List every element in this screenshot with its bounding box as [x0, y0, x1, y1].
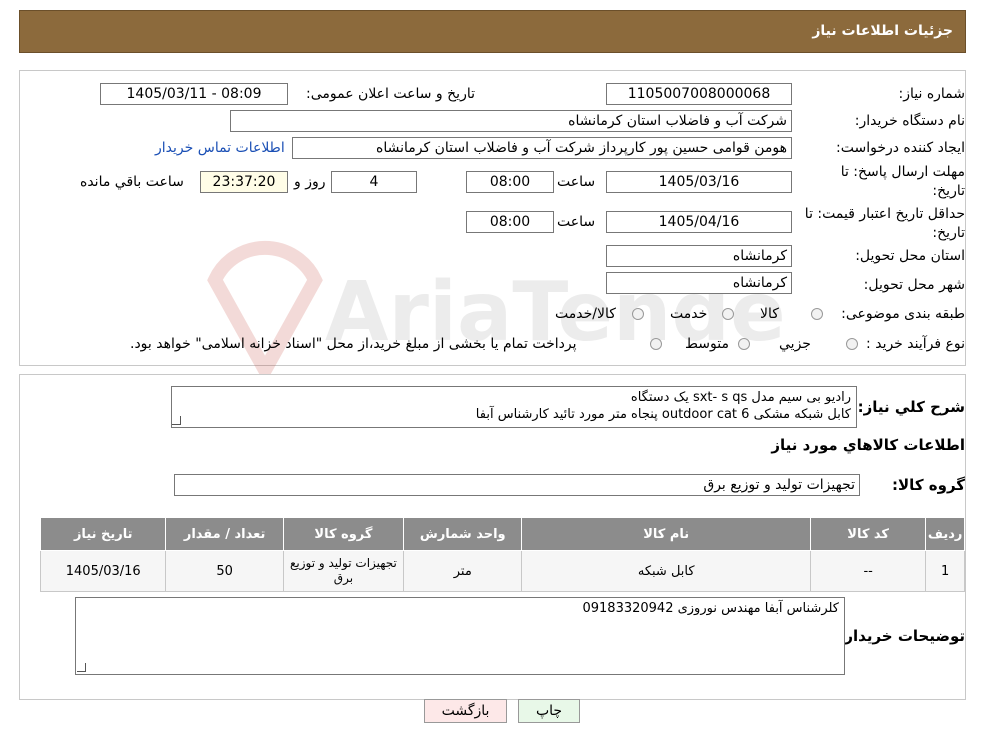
- col-item-group: گروه کالا: [282, 517, 405, 551]
- category-radio-goods[interactable]: [811, 308, 823, 320]
- col-unit: واحد شمارش: [403, 517, 523, 551]
- buyer-notes-textarea[interactable]: کلرشناس آبفا مهندس نوروزی 09183320942: [75, 597, 845, 675]
- resize-grip-icon[interactable]: [77, 663, 86, 672]
- remaining-time-label: ساعت باقي مانده: [80, 174, 184, 190]
- process-radio-medium[interactable]: [738, 338, 750, 350]
- cell-row-number: 1: [925, 550, 965, 592]
- cell-item-code: --: [810, 550, 927, 592]
- description-line-2: کابل شبکه مشکی outdoor cat 6 پنجاه متر م…: [475, 407, 851, 422]
- delivery-province-field: کرمانشاه: [606, 245, 792, 267]
- price-validity-time-field: 08:00: [466, 211, 554, 233]
- days-remaining-field: 4: [331, 171, 417, 193]
- send-deadline-time-label: ساعت: [557, 174, 596, 190]
- process-radio-minor[interactable]: [846, 338, 858, 350]
- category-label: طبقه بندی موضوعی:: [841, 306, 965, 322]
- creator-field: هومن قوامی حسین پور کارپرداز شرکت آب و ف…: [292, 137, 792, 159]
- need-number-field: 1105007008000068: [606, 83, 792, 105]
- goods-group-field: تجهیزات تولید و توزیع برق: [174, 474, 860, 496]
- process-option-minor: جزیي: [779, 336, 811, 352]
- col-row-number: ردیف: [925, 517, 965, 551]
- buyer-org-field: شرکت آب و فاضلاب استان کرمانشاه: [230, 110, 792, 132]
- process-radio-treasury[interactable]: [650, 338, 662, 350]
- price-validity-date-field: 1405/04/16: [606, 211, 792, 233]
- back-button[interactable]: بازگشت: [424, 699, 507, 723]
- process-option-medium: متوسط: [685, 336, 729, 352]
- process-type-label: نوع فرآیند خرید :: [866, 336, 965, 352]
- description-label: شرح کلي نیاز:: [857, 398, 965, 416]
- delivery-city-label: شهر محل تحویل:: [863, 277, 965, 293]
- goods-group-label: گروه کالا:: [892, 476, 965, 494]
- category-radio-service[interactable]: [722, 308, 734, 320]
- col-item-code: کد کالا: [810, 517, 927, 551]
- creator-label: ایجاد کننده درخواست:: [836, 140, 965, 156]
- price-validity-time-label: ساعت: [557, 214, 596, 230]
- buyer-notes-text: کلرشناس آبفا مهندس نوروزی 09183320942: [582, 601, 839, 616]
- description-line-1: رادیو بی سیم مدل sxt- s qs یک دستگاه: [630, 390, 851, 405]
- price-validity-label: حداقل تاریخ اعتبار قیمت: تا: [804, 206, 965, 222]
- table-row: 1 -- کابل شبکه متر تجهیزات تولید و توزیع…: [39, 550, 965, 592]
- col-quantity: تعداد / مقدار: [165, 517, 284, 551]
- remaining-time-field: 23:37:20: [200, 171, 288, 193]
- description-textarea[interactable]: رادیو بی سیم مدل sxt- s qs یک دستگاه کاب…: [171, 386, 857, 428]
- category-radio-goods-service[interactable]: [632, 308, 644, 320]
- goods-table-header: ردیف کد کالا نام کالا واحد شمارش گروه کا…: [39, 517, 965, 551]
- cell-quantity: 50: [165, 550, 284, 592]
- send-deadline-label: مهلت ارسال پاسخ: تا: [840, 164, 965, 180]
- cell-item-name: کابل شبکه: [521, 550, 812, 592]
- page-title: جزئیات اطلاعات نیاز: [812, 23, 953, 39]
- print-button[interactable]: چاپ: [518, 699, 580, 723]
- goods-section-title: اطلاعات کالاهاي مورد نیاز: [771, 436, 965, 454]
- announce-date-label: تاریخ و ساعت اعلان عمومی:: [306, 86, 475, 102]
- announce-date-field: 1405/03/11 - 08:09: [100, 83, 288, 105]
- need-number-label: شماره نیاز:: [898, 86, 966, 102]
- send-deadline-time-field: 08:00: [466, 171, 554, 193]
- cell-unit: متر: [403, 550, 523, 592]
- category-option-service: خدمت: [670, 306, 708, 322]
- days-label: روز و: [294, 174, 326, 190]
- cell-need-date: 1405/03/16: [39, 550, 167, 592]
- buyer-contact-link[interactable]: اطلاعات تماس خریدار: [155, 140, 285, 156]
- buyer-org-label: نام دستگاه خریدار:: [854, 113, 965, 129]
- send-deadline-date-field: 1405/03/16: [606, 171, 792, 193]
- delivery-province-label: استان محل تحویل:: [855, 248, 965, 264]
- page-header: جزئیات اطلاعات نیاز: [19, 10, 966, 53]
- category-option-goods-service: کالا/خدمت: [555, 306, 616, 322]
- category-option-goods: کالا: [760, 306, 779, 322]
- col-item-name: نام کالا: [521, 517, 812, 551]
- goods-table: ردیف کد کالا نام کالا واحد شمارش گروه کا…: [39, 517, 965, 592]
- delivery-city-field: کرمانشاه: [606, 272, 792, 294]
- resize-grip-icon[interactable]: [172, 416, 181, 425]
- process-note: پرداخت تمام یا بخشی از مبلغ خرید،از محل …: [130, 336, 577, 352]
- col-need-date: تاریخ نیاز: [39, 517, 167, 551]
- buyer-notes-label: توضیحات خریدار:: [838, 627, 965, 645]
- price-validity-label-2: تاریخ:: [932, 225, 965, 241]
- cell-item-group: تجهیزات تولید و توزیع برق: [282, 550, 405, 592]
- send-deadline-label-2: تاریخ:: [932, 183, 965, 199]
